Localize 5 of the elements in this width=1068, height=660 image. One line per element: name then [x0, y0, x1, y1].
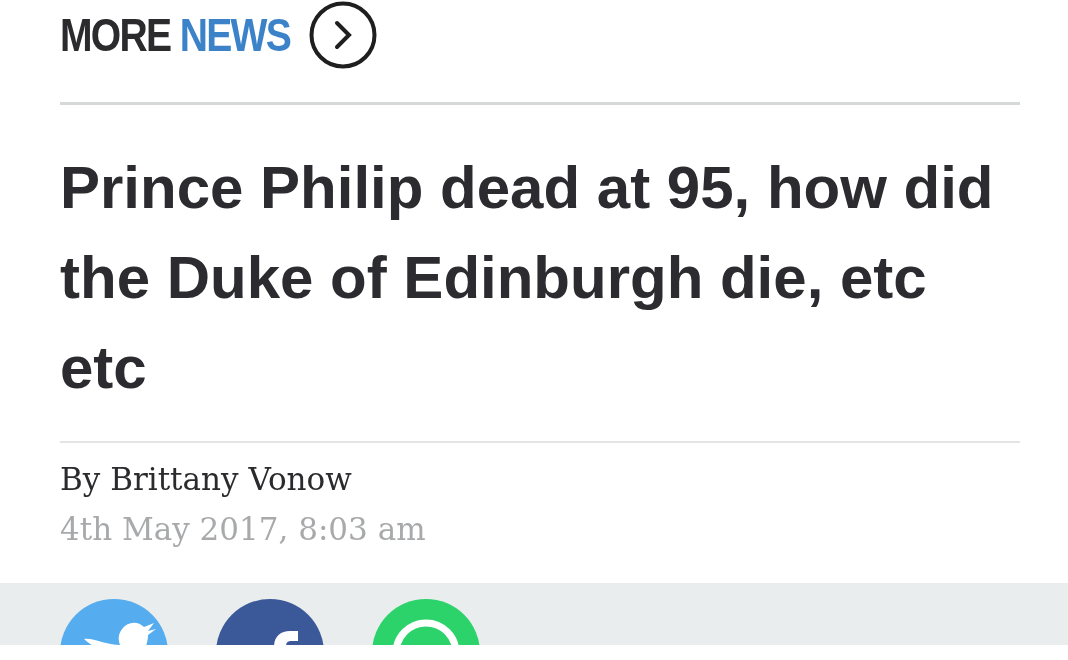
chevron-circle-icon[interactable] — [308, 1, 377, 69]
byline: By Brittany Vonow — [60, 460, 353, 499]
article-headline: Prince Philip dead at 95, how did the Duke of Edinburgh die, etc etc — [60, 153, 995, 403]
more-news-heading[interactable]: MORE NEWS — [60, 12, 291, 58]
publish-date: 4th May 2017, 8:03 am — [60, 510, 427, 549]
